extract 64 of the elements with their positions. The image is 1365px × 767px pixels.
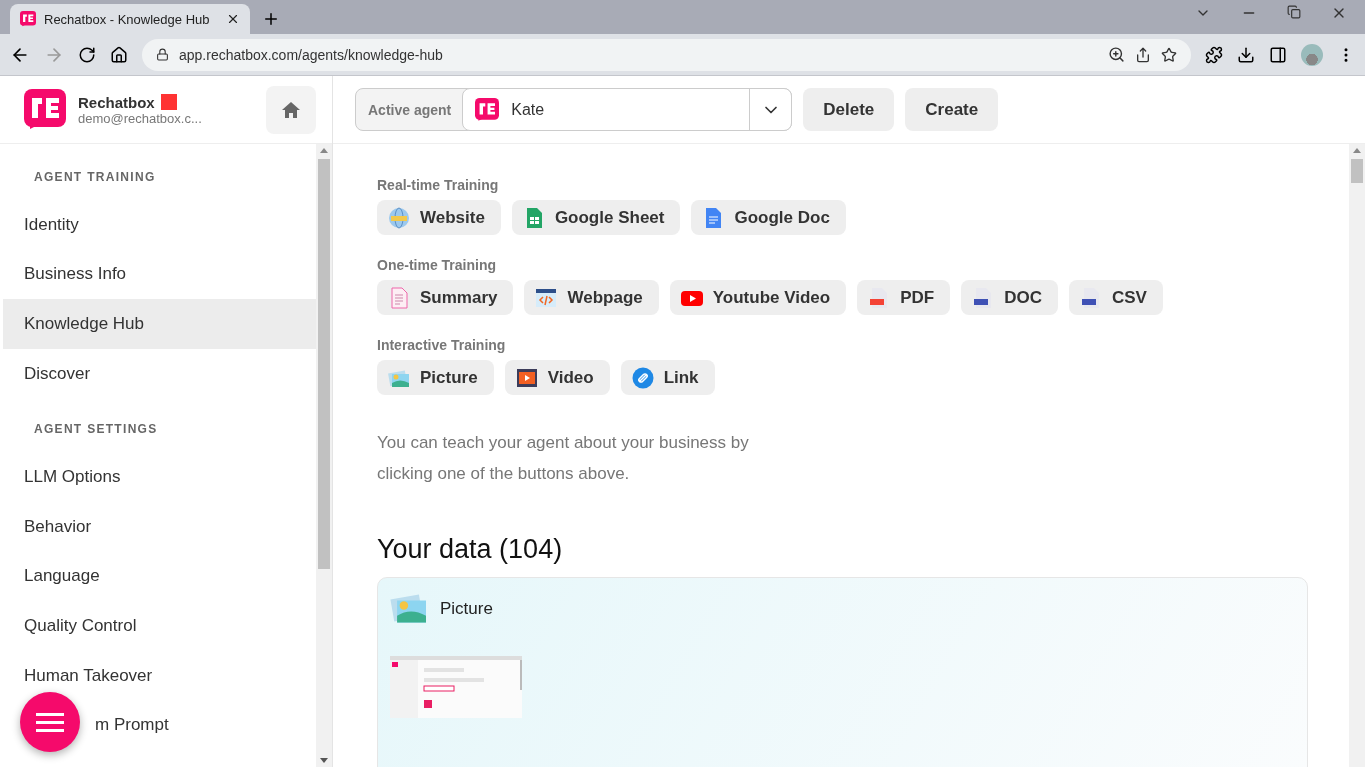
training-button[interactable]: PDF (857, 280, 951, 315)
download-icon[interactable] (1237, 45, 1255, 64)
avatar[interactable] (1301, 43, 1323, 66)
image-icon (390, 592, 428, 626)
scrollbar[interactable] (1349, 144, 1365, 767)
home-button[interactable] (266, 85, 316, 134)
nav-item[interactable]: Knowledge Hub (3, 299, 316, 349)
hint-text: You can teach your agent about your business by clicking one of the buttons above. (377, 432, 750, 485)
scroll-down-icon[interactable] (320, 758, 328, 763)
browser-tab[interactable]: Rechatbox - Knowledge Hub (10, 4, 250, 34)
training-button[interactable]: Picture (377, 360, 494, 395)
training-button[interactable]: DOC (961, 280, 1058, 315)
data-title: Your data (104) (377, 534, 564, 565)
group-title: Real-time Training (377, 177, 500, 193)
star-icon[interactable] (1161, 46, 1177, 63)
share-icon[interactable] (1135, 46, 1151, 63)
section-heading: AGENT SETTINGS (33, 422, 159, 439)
link-icon (631, 366, 654, 389)
training-button[interactable]: Summary (377, 280, 514, 315)
home-icon[interactable] (110, 45, 128, 64)
training-button[interactable]: Webpage (524, 280, 659, 315)
home-icon (281, 99, 301, 120)
header-button[interactable]: Delete (803, 88, 895, 131)
header-button[interactable]: Create (905, 88, 999, 131)
agent-name: Kate (511, 100, 546, 119)
account-email: demo@rechatbox.c... (78, 110, 203, 126)
document-icon (388, 286, 410, 309)
group-title: Interactive Training (377, 337, 507, 353)
film-icon (515, 366, 538, 389)
url-text: app.rechatbox.com/agents/knowledge-hub (179, 46, 444, 63)
file-icon (1079, 286, 1102, 309)
training-button[interactable]: Link (620, 360, 715, 395)
training-button[interactable]: CSV (1068, 280, 1163, 315)
training-button[interactable]: Google Sheet (511, 200, 681, 235)
extensions-icon[interactable] (1205, 45, 1223, 64)
brand-name: Rechatbox (78, 93, 254, 111)
training-button[interactable]: Website (377, 200, 501, 235)
address-bar[interactable]: app.rechatbox.com/agents/knowledge-hub (142, 38, 1191, 71)
tab-title: Rechatbox - Knowledge Hub (44, 11, 211, 27)
training-button[interactable]: Video (504, 360, 610, 395)
lock-icon (156, 48, 169, 61)
section-heading: AGENT TRAINING (33, 170, 157, 186)
training-button[interactable]: Google Doc (691, 200, 846, 235)
scroll-thumb[interactable] (318, 159, 330, 569)
group-title: One-time Training (377, 257, 497, 273)
scroll-up-icon[interactable] (320, 148, 328, 153)
close-icon[interactable] (226, 12, 240, 26)
scroll-up-icon[interactable] (1353, 148, 1361, 153)
agent-select[interactable]: Active agent Kate (355, 88, 793, 131)
logo-icon (475, 97, 500, 122)
training-button[interactable]: Youtube Video (669, 280, 847, 315)
status-icon (160, 94, 177, 110)
code-window-icon (535, 286, 558, 309)
card-title: Picture (440, 599, 493, 619)
scrollbar[interactable] (316, 144, 332, 767)
zoom-icon[interactable] (1108, 46, 1125, 63)
scroll-thumb[interactable] (1351, 159, 1363, 183)
reload-icon[interactable] (78, 45, 96, 64)
new-tab-icon[interactable] (262, 10, 280, 28)
restore-icon[interactable] (1287, 5, 1301, 19)
globe-icon (388, 206, 410, 229)
logo-icon (24, 88, 66, 131)
side-panel-icon[interactable] (1269, 45, 1287, 64)
logo-icon (20, 11, 36, 27)
